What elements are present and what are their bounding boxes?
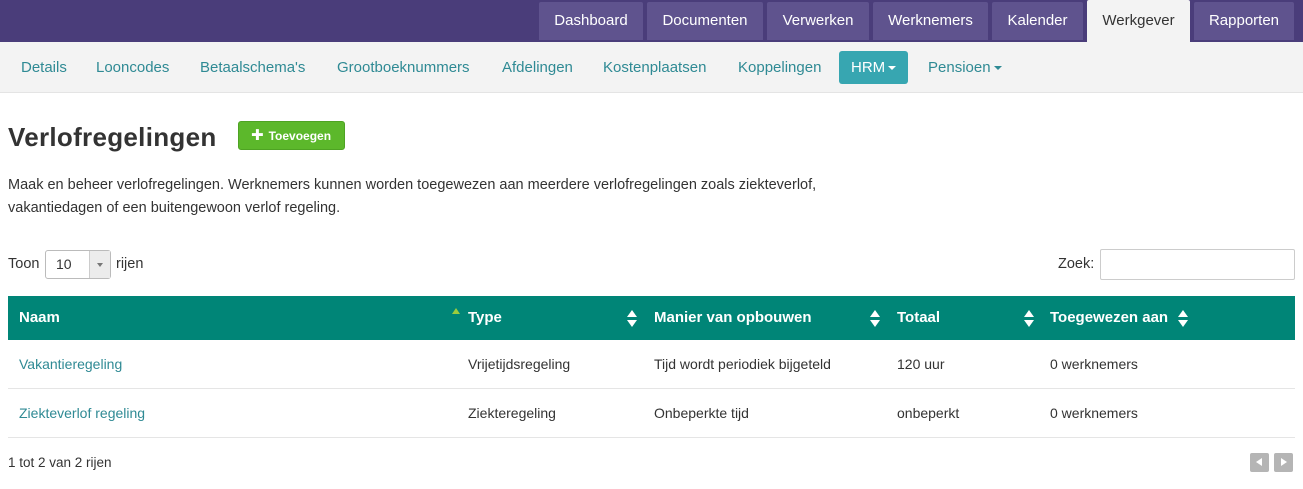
next-page-icon[interactable]	[1274, 453, 1293, 472]
dropdown-arrow-icon	[89, 251, 110, 278]
sub-navigation: Details Looncodes Betaalschema's Grootbo…	[0, 42, 1303, 93]
search-input[interactable]	[1100, 249, 1295, 280]
column-header-label: Toegewezen aan	[1050, 309, 1169, 326]
table-row: Ziekteverlof regeling Ziekteregeling Onb…	[8, 389, 1295, 438]
cell-totaal: 120 uur	[897, 356, 945, 372]
cell-totaal: onbeperkt	[897, 405, 960, 421]
subnav-item-koppelingen[interactable]: Koppelingen	[738, 51, 821, 84]
top-tab-kalender[interactable]: Kalender	[992, 2, 1083, 40]
caret-down-icon	[993, 66, 1002, 71]
cell-type: Ziekteregeling	[468, 405, 556, 421]
sort-both-icon	[870, 310, 880, 327]
top-tab-rapporten[interactable]: Rapporten	[1194, 2, 1294, 40]
page-size-value: 10	[56, 256, 72, 272]
column-header-label: Totaal	[897, 309, 941, 326]
subnav-item-hrm-label: HRM	[851, 59, 886, 76]
rows-label: rijen	[116, 256, 144, 272]
subnav-item-pensioen-label: Pensioen	[928, 59, 991, 76]
add-button[interactable]: ✚ Toevoegen	[238, 121, 345, 150]
top-tab-verwerken[interactable]: Verwerken	[767, 2, 869, 40]
table-row: Vakantieregeling Vrijetijdsregeling Tijd…	[8, 340, 1295, 389]
sort-both-icon	[1178, 310, 1188, 327]
column-header-label: Type	[468, 309, 502, 326]
subnav-item-details[interactable]: Details	[21, 51, 67, 84]
top-tab-dashboard[interactable]: Dashboard	[539, 2, 643, 40]
previous-page-icon[interactable]	[1250, 453, 1269, 472]
table-info: 1 tot 2 van 2 rijen	[8, 455, 112, 470]
subnav-item-looncodes[interactable]: Looncodes	[96, 51, 169, 84]
subnav-item-hrm[interactable]: HRM	[839, 51, 909, 84]
subnav-item-betaalschemas[interactable]: Betaalschema's	[200, 51, 305, 84]
top-tab-documenten[interactable]: Documenten	[647, 2, 763, 40]
column-header-manier-van-opbouwen[interactable]: Manier van opbouwen	[654, 296, 884, 340]
caret-down-icon	[888, 66, 897, 71]
sort-both-icon	[1024, 310, 1034, 327]
column-header-type[interactable]: Type	[468, 296, 640, 340]
cell-naam[interactable]: Ziekteverlof regeling	[19, 389, 145, 437]
column-header-totaal[interactable]: Totaal	[897, 296, 1037, 340]
search-label: Zoek:	[1058, 256, 1095, 272]
column-header-label: Naam	[19, 309, 60, 326]
subnav-item-pensioen[interactable]: Pensioen	[928, 51, 1002, 84]
top-tab-werknemers[interactable]: Werknemers	[873, 2, 988, 40]
cell-toegewezen-aan: 0 werknemers	[1050, 356, 1138, 372]
column-header-toegewezen-aan[interactable]: Toegewezen aan	[1050, 296, 1230, 340]
page-title: Verlofregelingen	[8, 122, 217, 152]
top-tab-werkgever[interactable]: Werkgever	[1087, 0, 1190, 42]
add-button-label: Toevoegen	[268, 129, 332, 143]
subnav-item-afdelingen[interactable]: Afdelingen	[502, 51, 573, 84]
top-navigation: Dashboard Documenten Verwerken Werknemer…	[0, 0, 1303, 42]
plus-icon: ✚	[251, 127, 264, 144]
subnav-item-grootboeknummers[interactable]: Grootboeknummers	[337, 51, 470, 84]
column-header-naam[interactable]: Naam	[19, 296, 460, 340]
show-label: Toon	[8, 256, 40, 272]
cell-manier-van-opbouwen: Tijd wordt periodiek bijgeteld	[654, 356, 831, 372]
sort-ascending-icon	[452, 308, 460, 314]
column-header-label: Manier van opbouwen	[654, 309, 812, 326]
cell-type: Vrijetijdsregeling	[468, 356, 571, 372]
sort-both-icon	[627, 310, 637, 327]
subnav-item-kostenplaatsen[interactable]: Kostenplaatsen	[603, 51, 706, 84]
table-header: Naam Type Manier van opbouwen Totaal Toe…	[8, 296, 1295, 340]
cell-manier-van-opbouwen: Onbeperkte tijd	[654, 405, 749, 421]
page-description: Maak en beheer verlofregelingen. Werknem…	[8, 177, 817, 216]
cell-toegewezen-aan: 0 werknemers	[1050, 405, 1138, 421]
cell-naam[interactable]: Vakantieregeling	[19, 340, 122, 388]
page-size-select[interactable]: 10	[45, 250, 111, 279]
